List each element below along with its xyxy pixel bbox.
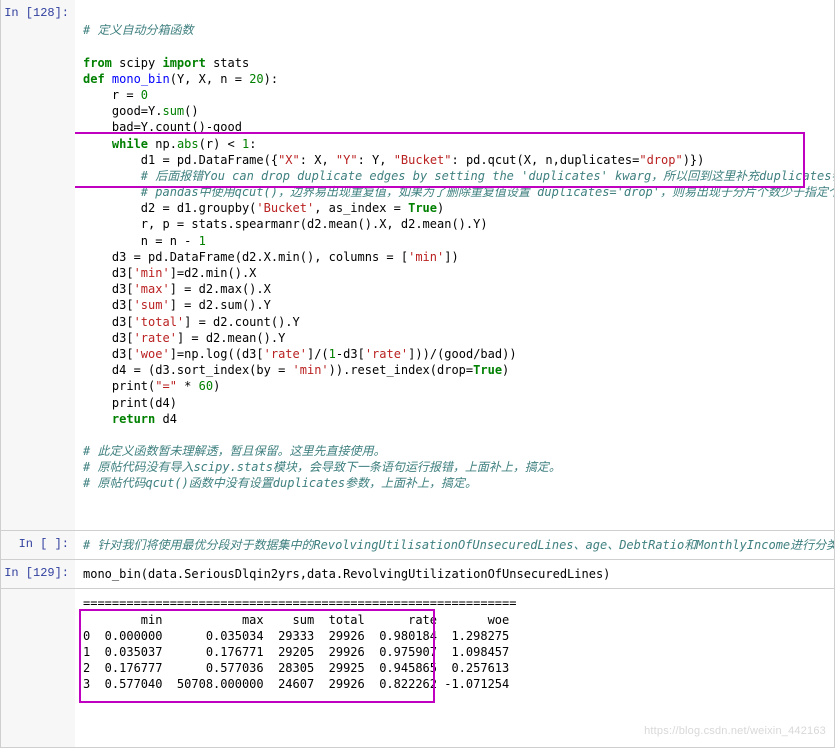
watermark: https://blog.csdn.net/weixin_442163 bbox=[644, 724, 826, 739]
code-cell-empty: In [ ]: # 针对我们将使用最优分段对于数据集中的RevolvingUti… bbox=[0, 531, 835, 560]
code-cell-128: In [128]: # 定义自动分箱函数 from scipy import s… bbox=[0, 0, 835, 531]
prompt-label: In [128]: bbox=[1, 0, 75, 530]
output-cell-129: Out[129]: ==============================… bbox=[0, 589, 835, 748]
prompt-label: In [ ]: bbox=[1, 531, 75, 559]
code-input[interactable]: # 针对我们将使用最优分段对于数据集中的RevolvingUtilisation… bbox=[75, 531, 834, 559]
output-text: ========================================… bbox=[75, 589, 834, 747]
code-input[interactable]: # 定义自动分箱函数 from scipy import stats def m… bbox=[75, 0, 834, 530]
prompt-label: In [129]: bbox=[1, 560, 75, 588]
code-cell-129: In [129]: mono_bin(data.SeriousDlqin2yrs… bbox=[0, 560, 835, 589]
code-input[interactable]: mono_bin(data.SeriousDlqin2yrs,data.Revo… bbox=[75, 560, 834, 588]
